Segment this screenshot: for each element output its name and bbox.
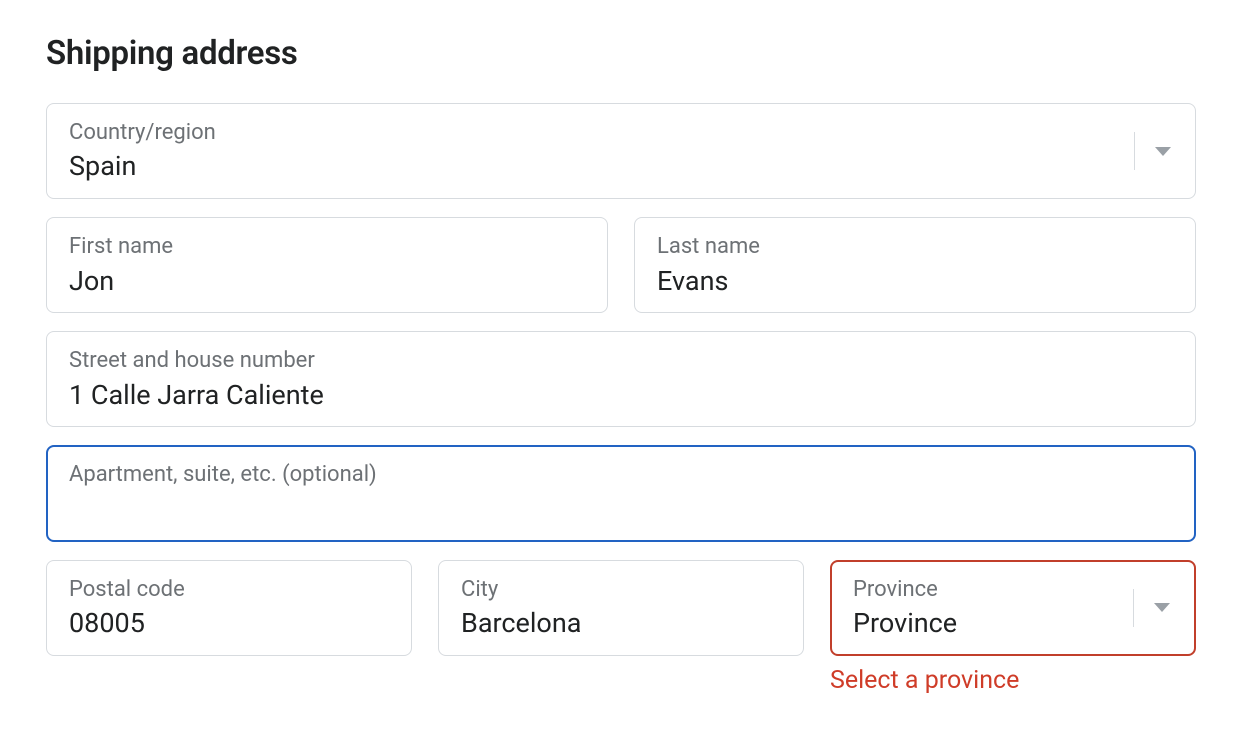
address1-value: 1 Calle Jarra Caliente (69, 379, 1173, 413)
vertical-divider (1133, 589, 1134, 627)
address2-field[interactable]: Apartment, suite, etc. (optional) (46, 445, 1196, 541)
caret-down-icon (1155, 147, 1171, 156)
province-error-text: Select a province (830, 666, 1196, 695)
first-name-field[interactable]: First name Jon (46, 217, 608, 313)
last-name-field[interactable]: Last name Evans (634, 217, 1196, 313)
first-name-label: First name (69, 234, 585, 260)
country-value: Spain (69, 150, 1173, 184)
address2-label: Apartment, suite, etc. (optional) (69, 462, 1173, 488)
postal-code-value: 08005 (69, 607, 389, 641)
last-name-value: Evans (657, 265, 1173, 299)
country-label: Country/region (69, 120, 1173, 146)
country-dropdown-affordance (1134, 132, 1195, 170)
first-name-value: Jon (69, 265, 585, 299)
city-field[interactable]: City Barcelona (438, 560, 804, 656)
city-label: City (461, 577, 781, 603)
country-select[interactable]: Country/region Spain (46, 103, 1196, 199)
province-value: Province (853, 607, 1173, 641)
address1-field[interactable]: Street and house number 1 Calle Jarra Ca… (46, 331, 1196, 427)
vertical-divider (1134, 132, 1135, 170)
caret-down-icon (1154, 603, 1170, 612)
address1-label: Street and house number (69, 348, 1173, 374)
province-dropdown-affordance (1133, 589, 1194, 627)
postal-code-label: Postal code (69, 577, 389, 603)
city-value: Barcelona (461, 607, 781, 641)
province-label: Province (853, 577, 1173, 603)
section-title: Shipping address (46, 34, 1196, 73)
province-select[interactable]: Province Province (830, 560, 1196, 656)
postal-code-field[interactable]: Postal code 08005 (46, 560, 412, 656)
last-name-label: Last name (657, 234, 1173, 260)
address2-input[interactable] (69, 493, 1173, 527)
